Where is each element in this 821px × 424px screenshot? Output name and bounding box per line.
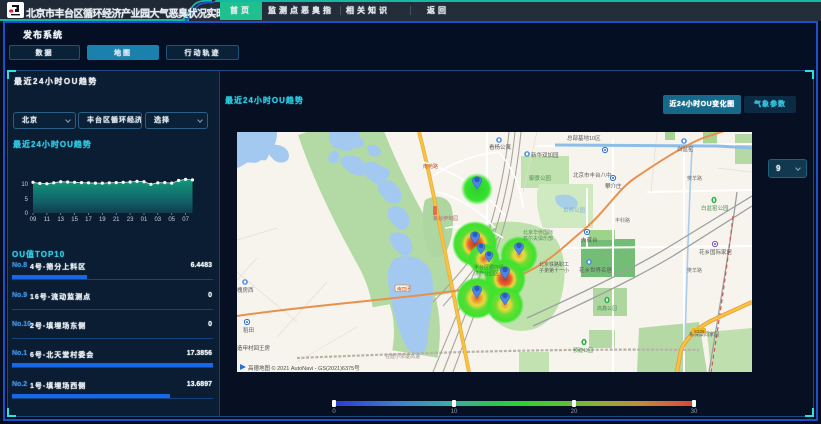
svg-text:高尔夫俱乐部: 高尔夫俱乐部 (523, 235, 553, 242)
svg-text:05: 05 (168, 217, 175, 223)
svg-text:白盆窑公园: 白盆窑公园 (701, 204, 729, 212)
svg-text:17: 17 (85, 217, 92, 223)
svg-text:丰台区循环经: 丰台区循环经 (474, 264, 504, 271)
svg-text:13: 13 (57, 217, 64, 223)
svg-text:北京市丰台八中: 北京市丰台八中 (573, 171, 612, 179)
svg-text:御景公园: 御景公园 (529, 174, 552, 182)
svg-text:南苑路: 南苑路 (423, 163, 438, 170)
svg-text:高德地图 © 2021 AutoNavi - GS(2021: 高德地图 © 2021 AutoNavi - GS(2021)6375号 (248, 364, 360, 372)
svg-text:世界公园: 世界公园 (563, 206, 586, 214)
svg-text:11: 11 (44, 217, 51, 223)
svg-text:5: 5 (25, 197, 29, 203)
svg-text:19: 19 (99, 217, 106, 223)
svg-text:白盆窑: 白盆窑 (677, 145, 694, 153)
svg-text:稻田: 稻田 (243, 326, 254, 334)
svg-text:攀介庄: 攀介庄 (605, 182, 622, 190)
svg-text:21: 21 (113, 217, 120, 223)
svg-text:15: 15 (71, 217, 78, 223)
svg-text:10: 10 (21, 182, 28, 188)
svg-text:09: 09 (30, 217, 37, 223)
svg-text:丰科路: 丰科路 (615, 217, 630, 224)
svg-text:花乡国际家居: 花乡国际家居 (699, 248, 733, 256)
svg-text:预建公园: 预建公园 (573, 347, 593, 354)
svg-text:紫谷伊甸园: 紫谷伊甸园 (433, 215, 458, 222)
svg-text:造甲村回王房: 造甲村回王房 (237, 344, 271, 352)
svg-text:01: 01 (141, 217, 148, 223)
svg-text:槐房西: 槐房西 (237, 286, 254, 294)
svg-text:03: 03 (154, 217, 161, 223)
svg-text:看杨公寓: 看杨公寓 (489, 143, 512, 151)
svg-text:S326: S326 (694, 329, 705, 334)
svg-text:高鑫公园: 高鑫公园 (597, 305, 617, 312)
svg-text:0: 0 (25, 211, 29, 217)
svg-text:樊羊路: 樊羊路 (687, 175, 702, 182)
svg-text:07: 07 (182, 217, 189, 223)
svg-text:在建小永雄高速: 在建小永雄高速 (385, 353, 420, 360)
svg-text:北京铁路职工: 北京铁路职工 (539, 261, 569, 268)
svg-text:南四环: 南四环 (397, 286, 411, 293)
svg-text:花乡世界名居: 花乡世界名居 (579, 266, 613, 274)
svg-text:大葆台: 大葆台 (581, 236, 598, 244)
svg-text:总部基地10区: 总部基地10区 (567, 134, 601, 142)
svg-text:子弟第十一小: 子弟第十一小 (539, 267, 569, 274)
svg-text:樊羊路: 樊羊路 (687, 267, 702, 274)
svg-text:北京华侨国际: 北京华侨国际 (523, 229, 553, 236)
svg-text:新华双加园: 新华双加园 (531, 151, 559, 159)
svg-text:济产业园区: 济产业园区 (474, 270, 499, 277)
svg-text:23: 23 (127, 217, 134, 223)
